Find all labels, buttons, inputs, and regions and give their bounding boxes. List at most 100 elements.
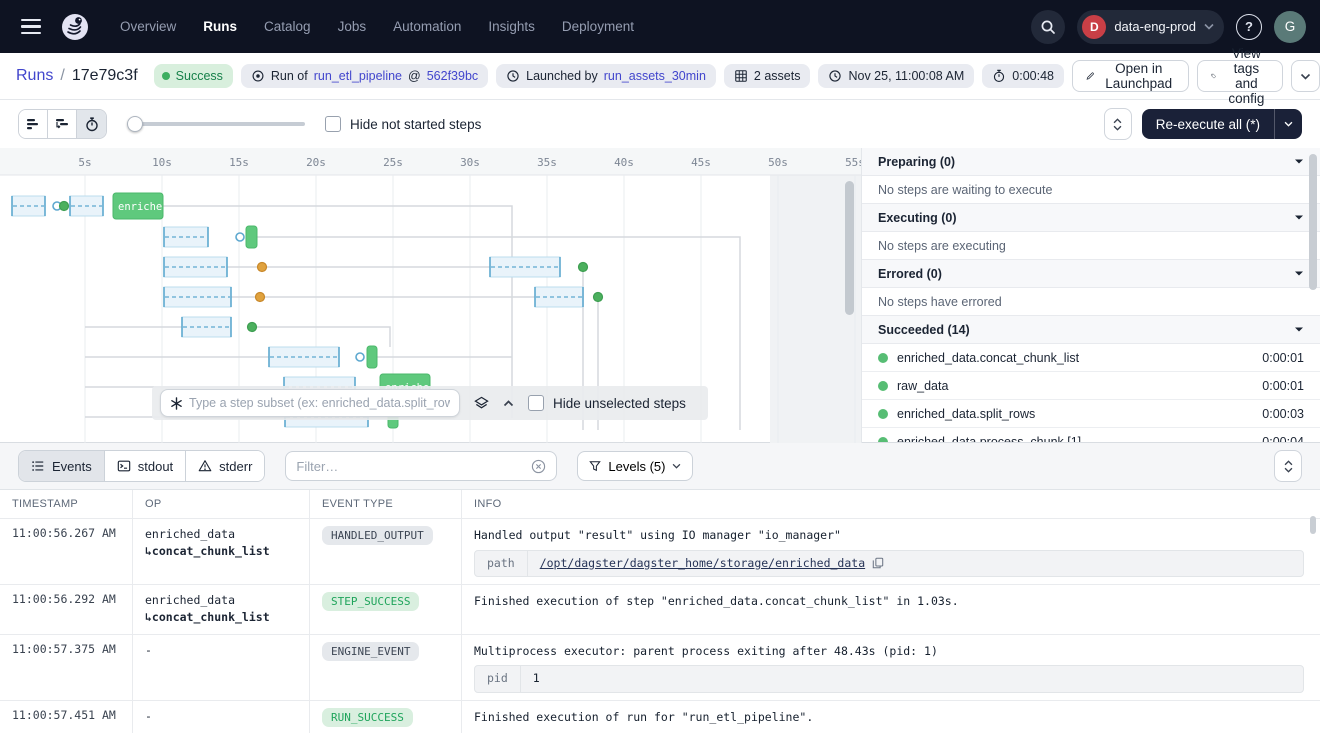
user-avatar[interactable]: G bbox=[1274, 11, 1306, 43]
nav-item-automation[interactable]: Automation bbox=[393, 19, 461, 34]
list-icon bbox=[31, 459, 45, 473]
status-badge: Success bbox=[154, 64, 233, 88]
gantt-view-mode-switcher bbox=[18, 109, 107, 139]
metadata-key: path bbox=[475, 551, 528, 577]
step-subset-input[interactable] bbox=[189, 396, 450, 410]
search-icon[interactable] bbox=[1031, 10, 1065, 44]
step-subset-input-wrap[interactable] bbox=[160, 389, 460, 417]
layers-icon[interactable] bbox=[474, 396, 489, 411]
tag-text: @ bbox=[408, 69, 421, 83]
chevron-down-icon bbox=[1300, 73, 1311, 80]
help-icon[interactable]: ? bbox=[1236, 14, 1262, 40]
step-panel-sections: Preparing (0)No steps are waiting to exe… bbox=[862, 148, 1320, 442]
nav-item-catalog[interactable]: Catalog bbox=[264, 19, 311, 34]
event-timestamp: 11:00:56.267 AM bbox=[0, 519, 133, 584]
workspace-avatar: D bbox=[1082, 15, 1106, 39]
tag-text: Nov 25, 11:00:08 AM bbox=[848, 69, 964, 83]
view-tags-config-button[interactable]: View tags and config bbox=[1197, 60, 1283, 92]
event-type-cell: ENGINE_EVENT bbox=[310, 635, 462, 700]
clock-icon bbox=[828, 69, 842, 83]
tag-link[interactable]: run_etl_pipeline bbox=[314, 69, 402, 83]
waterfall-view-icon[interactable] bbox=[48, 110, 77, 138]
event-row[interactable]: 11:00:57.375 AM-ENGINE_EVENTMultiprocess… bbox=[0, 635, 1320, 701]
step-section-title: Errored (0) bbox=[878, 267, 942, 281]
tag-text: 2 assets bbox=[754, 69, 801, 83]
nav-item-runs[interactable]: Runs bbox=[203, 19, 237, 34]
step-row[interactable]: enriched_data.concat_chunk_list0:00:01 bbox=[862, 344, 1320, 372]
step-section-header[interactable]: Preparing (0) bbox=[862, 148, 1320, 176]
timed-view-icon[interactable] bbox=[77, 110, 106, 138]
gantt-chart[interactable]: 5s10s15s20s25s30s35s40s45s50s55senriche.… bbox=[0, 148, 862, 443]
expand-collapse-button[interactable] bbox=[1104, 108, 1132, 140]
nav-item-deployment[interactable]: Deployment bbox=[562, 19, 634, 34]
svg-text:10s: 10s bbox=[152, 156, 172, 169]
event-message: Handled output "result" using IO manager… bbox=[474, 526, 1308, 546]
step-row[interactable]: enriched_data.process_chunk [1]0:00:04 bbox=[862, 428, 1320, 442]
success-dot-icon bbox=[878, 381, 888, 391]
levels-dropdown[interactable]: Levels (5) bbox=[577, 451, 693, 481]
open-in-launchpad-button[interactable]: Open in Launchpad bbox=[1072, 60, 1189, 92]
gantt-scrollbar[interactable] bbox=[845, 181, 854, 315]
run-more-actions-button[interactable] bbox=[1291, 60, 1320, 92]
run-tag[interactable]: 2 assets bbox=[724, 64, 811, 88]
run-tag[interactable]: Nov 25, 11:00:08 AM bbox=[818, 64, 974, 88]
event-table-scrollbar[interactable] bbox=[1310, 516, 1316, 534]
event-timestamp: 11:00:57.451 AM bbox=[0, 701, 133, 733]
run-tag[interactable]: 0:00:48 bbox=[982, 64, 1064, 88]
step-row[interactable]: enriched_data.split_rows0:00:03 bbox=[862, 400, 1320, 428]
flat-view-icon[interactable] bbox=[19, 110, 48, 138]
gantt-zoom-slider[interactable] bbox=[127, 116, 305, 132]
event-row[interactable]: 11:00:56.292 AMenriched_data↳concat_chun… bbox=[0, 585, 1320, 635]
log-filter-wrap[interactable] bbox=[285, 451, 557, 481]
step-name: raw_data bbox=[897, 379, 948, 393]
step-section-header[interactable]: Executing (0) bbox=[862, 204, 1320, 232]
workspace-switcher[interactable]: D data-eng-prod bbox=[1077, 10, 1224, 44]
column-header: TIMESTAMP bbox=[0, 490, 133, 518]
nav-item-insights[interactable]: Insights bbox=[488, 19, 535, 34]
hide-not-started-checkbox[interactable]: Hide not started steps bbox=[325, 116, 481, 132]
re-execute-all-button[interactable]: Re-execute all (*) bbox=[1142, 109, 1302, 139]
nav-item-overview[interactable]: Overview bbox=[120, 19, 176, 34]
metadata-path-link[interactable]: /opt/dagster/dagster_home/storage/enrich… bbox=[540, 554, 865, 574]
svg-text:40s: 40s bbox=[614, 156, 634, 169]
tag-link[interactable]: run_assets_30min bbox=[604, 69, 706, 83]
tag-link[interactable]: 562f39bc bbox=[427, 69, 478, 83]
chevron-down-icon bbox=[672, 463, 681, 469]
copy-icon[interactable] bbox=[872, 557, 884, 569]
step-row[interactable]: raw_data0:00:01 bbox=[862, 372, 1320, 400]
terminal-icon bbox=[117, 459, 131, 473]
event-message: Finished execution of step "enriched_dat… bbox=[474, 592, 1308, 612]
run-tag[interactable]: Launched by run_assets_30min bbox=[496, 64, 716, 88]
tab-stderr[interactable]: stderr bbox=[186, 451, 264, 481]
slider-handle[interactable] bbox=[127, 116, 143, 132]
svg-text:55s: 55s bbox=[845, 156, 862, 169]
clear-filter-icon[interactable] bbox=[531, 459, 546, 474]
success-dot-icon bbox=[878, 353, 888, 363]
step-section-empty: No steps have errored bbox=[862, 288, 1320, 316]
tag-icon bbox=[1211, 69, 1216, 83]
nav-item-jobs[interactable]: Jobs bbox=[338, 19, 367, 34]
event-log-table: TIMESTAMPOPEVENT TYPEINFO 11:00:56.267 A… bbox=[0, 490, 1320, 733]
step-section-header[interactable]: Errored (0) bbox=[862, 260, 1320, 288]
event-row[interactable]: 11:00:56.267 AMenriched_data↳concat_chun… bbox=[0, 519, 1320, 585]
step-panel-scrollbar[interactable] bbox=[1309, 154, 1317, 290]
log-expand-collapse-button[interactable] bbox=[1274, 450, 1302, 482]
step-section-title: Preparing (0) bbox=[878, 155, 955, 169]
step-name: enriched_data.concat_chunk_list bbox=[897, 351, 1079, 365]
tab-stdout[interactable]: stdout bbox=[105, 451, 186, 481]
svg-text:25s: 25s bbox=[383, 156, 403, 169]
log-filter-input[interactable] bbox=[296, 459, 523, 474]
hide-unselected-checkbox[interactable]: Hide unselected steps bbox=[528, 395, 686, 411]
event-op: enriched_data↳concat_chunk_list bbox=[133, 519, 310, 584]
event-table-header: TIMESTAMPOPEVENT TYPEINFO bbox=[0, 490, 1320, 519]
run-tag[interactable]: Run of run_etl_pipeline @ 562f39bc bbox=[241, 64, 488, 88]
chevron-up-icon[interactable] bbox=[503, 400, 514, 407]
re-execute-dropdown[interactable] bbox=[1274, 109, 1302, 139]
tab-events[interactable]: Events bbox=[19, 451, 105, 481]
event-row[interactable]: 11:00:57.451 AM-RUN_SUCCESSFinished exec… bbox=[0, 701, 1320, 733]
hamburger-menu-icon[interactable] bbox=[14, 10, 48, 44]
op-selector-icon bbox=[170, 397, 183, 410]
step-section-header[interactable]: Succeeded (14) bbox=[862, 316, 1320, 344]
clock-icon bbox=[506, 69, 520, 83]
breadcrumb-runs-link[interactable]: Runs bbox=[16, 67, 53, 85]
